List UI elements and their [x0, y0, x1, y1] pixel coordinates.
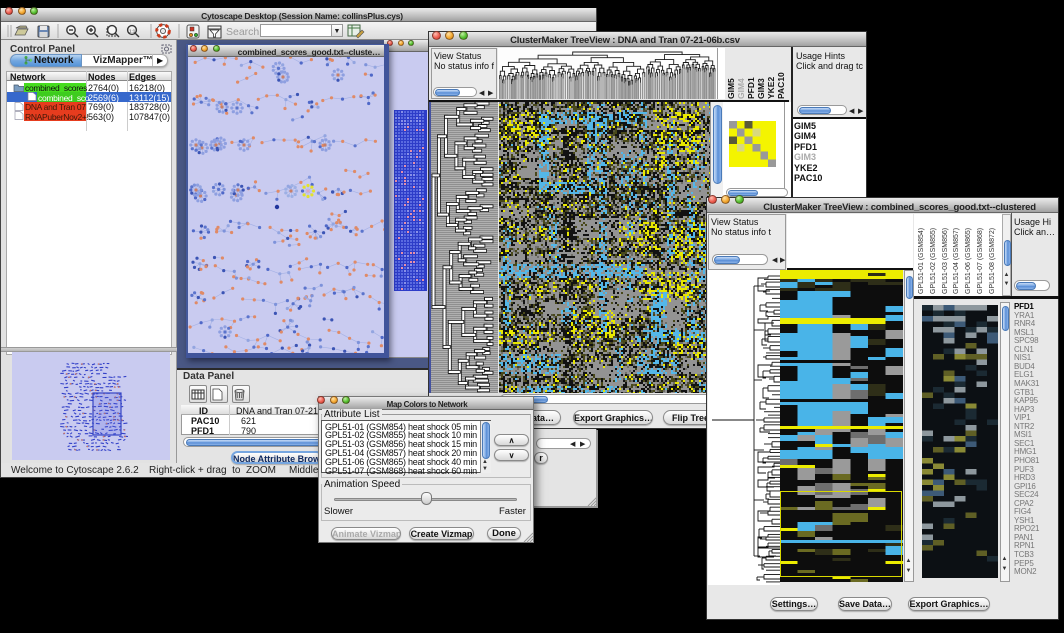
svg-text:1:1: 1:1: [129, 29, 136, 34]
